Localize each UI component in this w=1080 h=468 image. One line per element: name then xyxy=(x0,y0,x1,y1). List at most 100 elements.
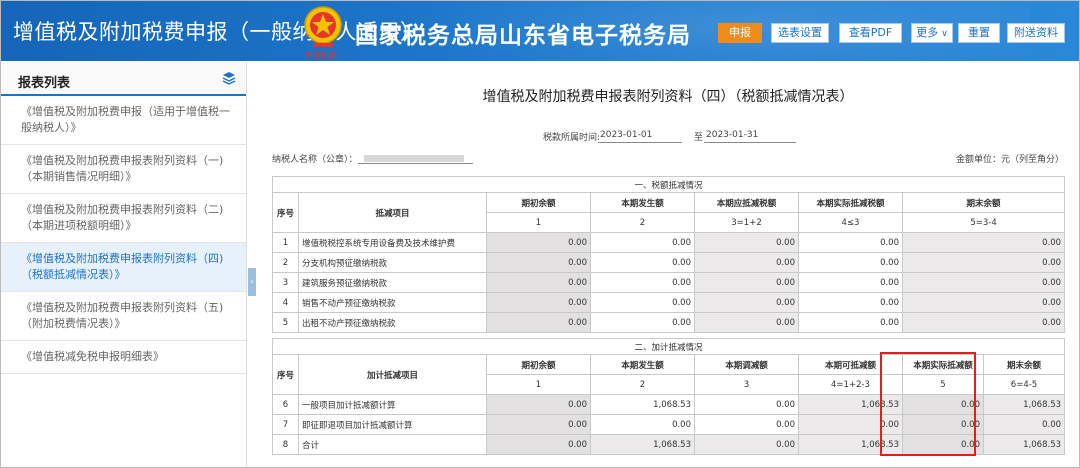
amount-cell: 0.00 xyxy=(486,232,591,253)
amount-cell: 0.00 xyxy=(694,312,799,333)
row-number: 4 xyxy=(272,292,299,313)
column-header: 本期实际抵减税额 xyxy=(798,192,903,213)
amount-cell: 0.00 xyxy=(901,292,1066,313)
period-label: 税款所属时间: xyxy=(543,133,601,143)
row-item: 出租不动产预征缴纳税款 xyxy=(298,312,487,333)
row-number: 2 xyxy=(272,252,299,273)
row-number: 6 xyxy=(272,394,299,415)
row-number: 1 xyxy=(272,232,299,253)
offset-table: 一、税额抵减情况 序号 抵减项目 期初余额 本期发生额 本期应抵减税额 本期实际… xyxy=(271,176,1066,333)
amount-cell[interactable]: 0.00 xyxy=(590,312,695,333)
row-item: 即征即退项目加计抵减额计算 xyxy=(298,414,487,435)
row-item: 分支机构预征缴纳税款 xyxy=(298,252,487,273)
item-header: 抵减项目 xyxy=(298,192,487,233)
sidebar-item-schedule-1[interactable]: 《增值税及附加税费申报表附列资料（一)（本期销售情况明细）》 xyxy=(1,145,246,194)
sidebar-header: 报表列表 xyxy=(1,62,246,96)
row-item: 一般项目加计抵减额计算 xyxy=(298,394,487,415)
row-number: 8 xyxy=(272,434,299,455)
amount-cell[interactable]: 0.00 xyxy=(798,272,903,293)
amount-cell[interactable]: 0.00 xyxy=(590,272,695,293)
amount-cell: 0.00 xyxy=(982,414,1066,435)
amount-cell: 0.00 xyxy=(901,232,1066,253)
amount-cell[interactable]: 0.00 xyxy=(798,292,903,313)
column-formula: 1 xyxy=(486,212,591,233)
row-number: 7 xyxy=(272,414,299,435)
sidebar-item-main-return[interactable]: 《增值税及附加税费申报（适用于增值税一般纳税人）》 xyxy=(1,96,246,145)
amount-cell[interactable]: 0.00 xyxy=(590,292,695,313)
reset-button[interactable]: 重置 xyxy=(958,23,1000,43)
taxpayer-label: 纳税人名称（公章）： xyxy=(272,155,358,165)
column-header: 期初余额 xyxy=(486,354,591,375)
column-formula: 3=1+2 xyxy=(694,212,799,233)
column-formula: 5=3-4 xyxy=(901,212,1066,233)
column-formula: 2 xyxy=(590,212,695,233)
more-label: 更多 xyxy=(916,26,939,39)
amount-cell[interactable]: 0.00 xyxy=(694,414,799,435)
table-settings-button[interactable]: 选表设置 xyxy=(771,23,829,43)
sidebar-item-schedule-4[interactable]: 《增值税及附加税费申报表附列资料（四)（税额抵减情况表）》 xyxy=(1,243,246,292)
collapse-sidebar-icon[interactable]: ‹ xyxy=(248,268,256,296)
amount-cell: 0.00 xyxy=(694,292,799,313)
period-from-field[interactable]: 2023-01-01 xyxy=(598,128,682,143)
column-header: 本期调减额 xyxy=(694,354,799,375)
layers-icon[interactable] xyxy=(222,71,236,85)
section-title: 一、税额抵减情况 xyxy=(271,176,1066,193)
amount-cell: 1,068.53 xyxy=(982,394,1066,415)
column-header: 期末余额 xyxy=(901,192,1066,213)
row-number: 3 xyxy=(272,272,299,293)
highlight-box xyxy=(880,352,976,456)
row-item: 建筑服务预征缴纳税款 xyxy=(298,272,487,293)
submit-button[interactable]: 申报 xyxy=(718,23,762,43)
amount-cell: 0.00 xyxy=(694,232,799,253)
amount-cell: 0.00 xyxy=(694,434,799,455)
period-to-field[interactable]: 2023-01-31 xyxy=(704,128,796,143)
amount-cell[interactable]: 0.00 xyxy=(590,414,695,435)
sidebar-item-schedule-5[interactable]: 《增值税及附加税费申报表附列资料（五)（附加税费情况表）》 xyxy=(1,292,246,341)
amount-unit: 金额单位：元（列至角分） xyxy=(955,155,1064,165)
redacted-name xyxy=(364,155,464,162)
sidebar-item-schedule-2[interactable]: 《增值税及附加税费申报表附列资料（二)（本期进项税额明细）》 xyxy=(1,194,246,243)
amount-cell[interactable]: 0.00 xyxy=(590,232,695,253)
period-to-label: 至 xyxy=(694,133,704,143)
column-formula: 3 xyxy=(694,374,799,395)
amount-cell[interactable]: 0.00 xyxy=(798,312,903,333)
amount-cell[interactable]: 0.00 xyxy=(798,252,903,273)
amount-cell: 0.00 xyxy=(486,292,591,313)
amount-cell[interactable]: 0.00 xyxy=(694,394,799,415)
column-formula: 1 xyxy=(486,374,591,395)
amount-cell: 0.00 xyxy=(486,312,591,333)
amount-cell[interactable]: 0.00 xyxy=(798,232,903,253)
more-button[interactable]: 更多 ∨ xyxy=(911,23,953,43)
sidebar-title: 报表列表 xyxy=(18,76,71,91)
seq-header: 序号 xyxy=(272,192,299,233)
row-item: 销售不动产预征缴纳税款 xyxy=(298,292,487,313)
chevron-down-icon: ∨ xyxy=(941,29,948,39)
taxpayer-name-field xyxy=(358,153,473,164)
amount-cell: 0.00 xyxy=(901,272,1066,293)
amount-cell: 0.00 xyxy=(486,252,591,273)
column-formula: 4≤3 xyxy=(798,212,903,233)
form-title: 增值税及附加税费申报表附列资料（四）（税额抵减情况表） xyxy=(482,89,854,105)
table-row: 5 出租不动产预征缴纳税款 0.00 0.00 0.00 0.00 0.00 xyxy=(272,312,1066,333)
amount-cell: 0.00 xyxy=(486,434,591,455)
amount-cell: 0.00 xyxy=(901,252,1066,273)
bureau-name: 国家税务总局山东省电子税务局 xyxy=(355,23,691,49)
table-row: 3 建筑服务预征缴纳税款 0.00 0.00 0.00 0.00 0.00 xyxy=(272,272,1066,293)
column-header: 本期应抵减税额 xyxy=(694,192,799,213)
row-item: 增值税税控系统专用设备费及技术维护费 xyxy=(298,232,487,253)
table-row: 4 销售不动产预征缴纳税款 0.00 0.00 0.00 0.00 0.00 xyxy=(272,292,1066,313)
sidebar-item-exemption[interactable]: 《增值税减免税申报明细表》 xyxy=(1,341,246,374)
app-header: 增值税及附加税费申报（一般纳税人适用） 中国税务 国家税务总局山东省电子税务局 … xyxy=(1,1,1079,61)
emblem-caption: 中国税务 xyxy=(305,51,337,60)
amount-cell: 0.00 xyxy=(486,272,591,293)
table-row: 2 分支机构预征缴纳税款 0.00 0.00 0.00 0.00 0.00 xyxy=(272,252,1066,273)
tax-emblem-icon xyxy=(304,6,342,47)
column-header: 期初余额 xyxy=(486,192,591,213)
amount-cell[interactable]: 1,068.53 xyxy=(590,394,695,415)
view-pdf-button[interactable]: 查看PDF xyxy=(839,23,902,43)
attachments-button[interactable]: 附送资料 xyxy=(1007,23,1065,43)
sidebar: 报表列表 《增值税及附加税费申报（适用于增值税一般纳税人）》 《增值税及附加税费… xyxy=(1,62,247,467)
amount-cell: 0.00 xyxy=(901,312,1066,333)
seq-header: 序号 xyxy=(272,354,299,395)
amount-cell[interactable]: 0.00 xyxy=(590,252,695,273)
